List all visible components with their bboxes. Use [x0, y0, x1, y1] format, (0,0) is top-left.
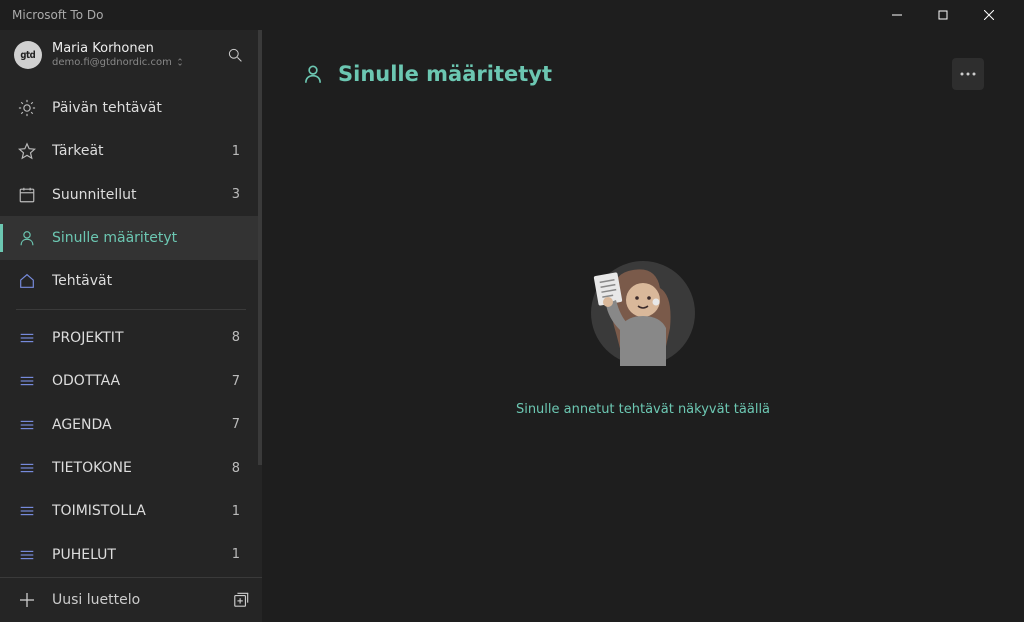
- sidebar-item-important[interactable]: Tärkeät 1: [0, 129, 262, 172]
- sidebar-item-label: Suunnitellut: [52, 187, 216, 203]
- sidebar-item-label: AGENDA: [52, 417, 216, 433]
- empty-state-text: Sinulle annetut tehtävät näkyvät täällä: [516, 402, 770, 417]
- nav: Päivän tehtävät Tärkeät 1 Suunnitellut 3…: [0, 80, 262, 577]
- window-controls: [874, 0, 1012, 30]
- sidebar-list-item[interactable]: PROJEKTIT 8: [0, 316, 262, 359]
- app-title: Microsoft To Do: [12, 8, 874, 22]
- titlebar: Microsoft To Do: [0, 0, 1024, 30]
- sidebar-list-item[interactable]: TIETOKONE 8: [0, 446, 262, 489]
- sidebar-item-count: 7: [232, 374, 248, 389]
- profile-section[interactable]: gtd Maria Korhonen demo.fi@gtdnordic.com: [0, 30, 262, 80]
- sidebar-item-count: 7: [232, 417, 248, 432]
- sidebar-list-item[interactable]: TOIMISTOLLA 1: [0, 490, 262, 533]
- sidebar-list-item[interactable]: ODOTTAA 7: [0, 360, 262, 403]
- sidebar-item-count: 1: [232, 504, 248, 519]
- sidebar-item-label: TIETOKONE: [52, 460, 216, 476]
- sidebar-item-count: 8: [232, 461, 248, 476]
- sidebar-item-label: TOIMISTOLLA: [52, 503, 216, 519]
- sidebar: gtd Maria Korhonen demo.fi@gtdnordic.com…: [0, 30, 262, 622]
- sidebar-item-assigned[interactable]: Sinulle määritetyt: [0, 216, 262, 259]
- sun-icon: [18, 99, 36, 117]
- sidebar-item-count: 1: [232, 144, 248, 159]
- sidebar-list-item[interactable]: PUHELUT 1: [0, 533, 262, 576]
- plus-icon: [18, 591, 36, 609]
- sidebar-item-planned[interactable]: Suunnitellut 3: [0, 173, 262, 216]
- main-panel: Sinulle määritetyt: [262, 30, 1024, 622]
- sidebar-item-count: 8: [232, 330, 248, 345]
- sidebar-item-label: Tärkeät: [52, 143, 216, 159]
- sidebar-item-count: 3: [232, 187, 248, 202]
- close-button[interactable]: [966, 0, 1012, 30]
- star-icon: [18, 142, 36, 160]
- sidebar-item-label: Tehtävät: [52, 273, 224, 289]
- list-icon: [18, 546, 36, 564]
- sidebar-item-label: Päivän tehtävät: [52, 100, 224, 116]
- calendar-icon: [18, 186, 36, 204]
- new-list-label: Uusi luettelo: [52, 592, 216, 608]
- list-icon: [18, 502, 36, 520]
- sidebar-item-tasks[interactable]: Tehtävät: [0, 260, 262, 303]
- divider: [16, 309, 246, 310]
- empty-illustration: [578, 248, 708, 378]
- minimize-button[interactable]: [874, 0, 920, 30]
- sidebar-list-item[interactable]: AGENDA 7: [0, 403, 262, 446]
- search-icon: [227, 47, 243, 63]
- new-list-row[interactable]: Uusi luettelo: [0, 577, 262, 622]
- sidebar-item-count: 1: [232, 547, 248, 562]
- sidebar-item-label: ODOTTAA: [52, 373, 216, 389]
- user-name: Maria Korhonen: [52, 42, 210, 56]
- new-group-icon[interactable]: [232, 591, 250, 609]
- person-icon: [18, 229, 36, 247]
- avatar: gtd: [14, 41, 42, 69]
- sidebar-item-label: PROJEKTIT: [52, 330, 216, 346]
- updown-icon: [176, 58, 184, 66]
- list-icon: [18, 459, 36, 477]
- list-icon: [18, 416, 36, 434]
- search-button[interactable]: [220, 40, 250, 70]
- user-email: demo.fi@gtdnordic.com: [52, 57, 210, 68]
- home-icon: [18, 272, 36, 290]
- maximize-button[interactable]: [920, 0, 966, 30]
- sidebar-item-label: Sinulle määritetyt: [52, 230, 224, 246]
- sidebar-item-label: PUHELUT: [52, 547, 216, 563]
- list-icon: [18, 372, 36, 390]
- list-icon: [18, 329, 36, 347]
- ellipsis-icon: [960, 72, 976, 76]
- empty-state: Sinulle annetut tehtävät näkyvät täällä: [302, 80, 984, 584]
- sidebar-item-myday[interactable]: Päivän tehtävät: [0, 86, 262, 129]
